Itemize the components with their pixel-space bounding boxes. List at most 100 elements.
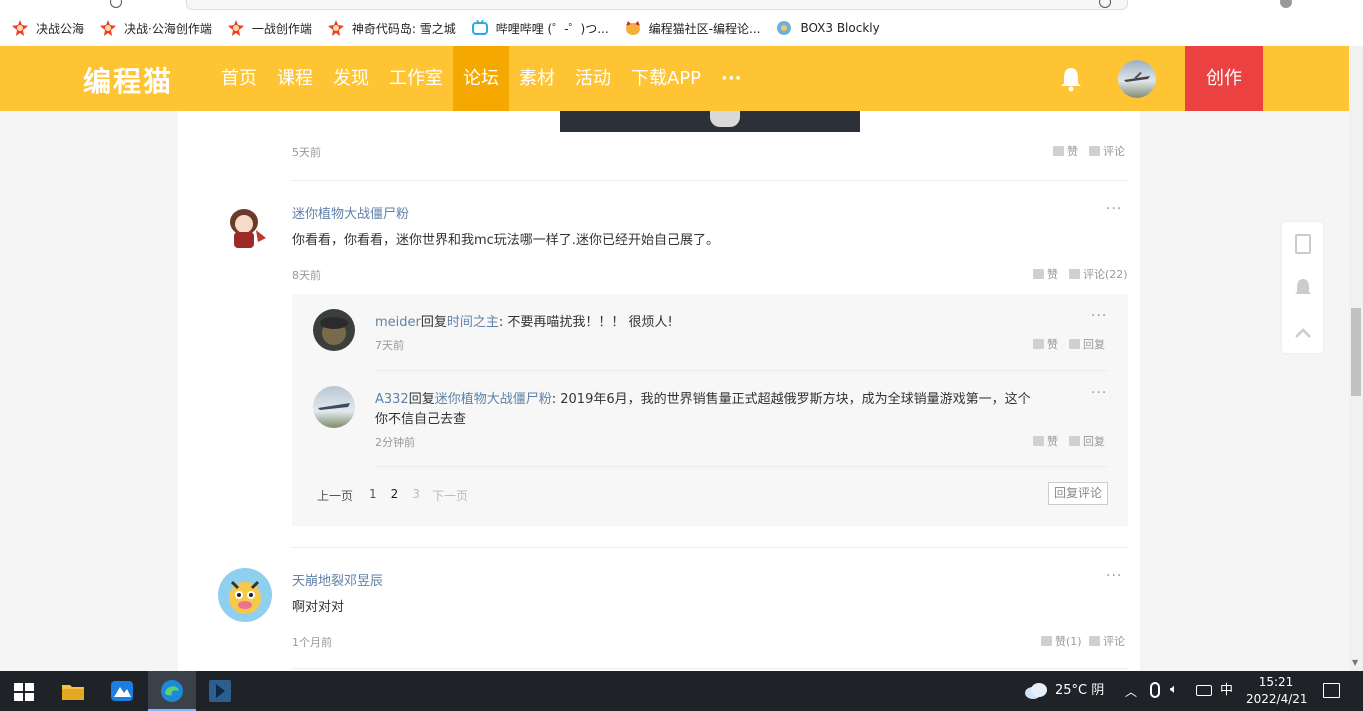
game-red-icon: [327, 20, 344, 36]
speaker-icon[interactable]: 🔈︎: [1170, 682, 1178, 697]
weather-text[interactable]: 25°C 阴: [1055, 671, 1104, 711]
comment-icon: [1069, 339, 1080, 349]
bookmark-item[interactable]: 决战公海: [12, 20, 84, 37]
box3-icon: [776, 20, 792, 36]
reply-avatar[interactable]: [313, 309, 355, 351]
divider: [292, 668, 1128, 669]
thumb-up-icon: [1033, 269, 1044, 279]
file-explorer-icon[interactable]: [61, 679, 85, 703]
browser-chrome: 决战公海 决战·公海创作端 一战创作端 神奇代码岛: 雪之城 哔哩哔哩 (゜-゜…: [0, 0, 1363, 46]
site-logo[interactable]: 编程猫: [83, 60, 173, 100]
bookmarks-bar: 决战公海 决战·公海创作端 一战创作端 神奇代码岛: 雪之城 哔哩哔哩 (゜-゜…: [0, 14, 884, 42]
back-to-top-icon[interactable]: [1294, 324, 1312, 338]
commenter-avatar[interactable]: [222, 204, 268, 252]
pagination: 上一页 1 2 3 下一页: [317, 487, 468, 504]
user-avatar[interactable]: [1118, 60, 1156, 98]
reply-button[interactable]: 回复: [1069, 336, 1105, 352]
app-icon[interactable]: [110, 679, 134, 703]
game-red-icon: [227, 20, 244, 36]
reply-time: 7天前: [375, 339, 404, 352]
divider: [375, 370, 1108, 371]
scroll-down-arrow-icon[interactable]: ▼: [1352, 658, 1358, 667]
pager-page-3[interactable]: 3: [412, 487, 420, 504]
reply-target[interactable]: 迷你植物大战僵尸粉: [435, 392, 552, 407]
bookmark-item[interactable]: 编程猫社区-编程论...: [625, 20, 760, 37]
commenter-avatar[interactable]: [218, 568, 272, 622]
more-options-icon[interactable]: ···: [1091, 385, 1107, 401]
nav-materials[interactable]: 素材: [509, 46, 565, 111]
thumb-up-icon: [1041, 636, 1052, 646]
comment-text: 你看看，你看看，迷你世界和我mc玩法哪一样了.迷你已经开始自己展了。: [292, 233, 719, 248]
pager-prev[interactable]: 上一页: [317, 487, 353, 504]
reply-list: meider回复时间之主: 不要再喵扰我！！！ 很烦人! ··· 7天前 赞 回…: [292, 294, 1128, 526]
reply-like-button[interactable]: 赞: [1033, 336, 1058, 352]
reply-author[interactable]: A332: [375, 392, 409, 407]
comment-icon: [1089, 636, 1100, 646]
nav-more-icon[interactable]: ···: [711, 46, 752, 111]
bookmark-item[interactable]: BOX3 Blockly: [776, 20, 880, 36]
nav-courses[interactable]: 课程: [267, 46, 323, 111]
microphone-icon[interactable]: [1150, 682, 1160, 698]
comment-icon: [1089, 146, 1100, 156]
comment-reply-count-button[interactable]: 评论: [1089, 633, 1125, 649]
divider: [292, 547, 1128, 548]
post-time: 5天前: [292, 146, 321, 159]
notification-center-icon[interactable]: [1323, 683, 1340, 698]
notification-icon[interactable]: [1294, 278, 1312, 298]
comment-author[interactable]: 迷你植物大战僵尸粉: [292, 203, 409, 222]
nav-events[interactable]: 活动: [565, 46, 621, 111]
app-icon[interactable]: [208, 679, 232, 703]
nav-forum[interactable]: 论坛: [453, 46, 509, 111]
battery-icon[interactable]: [1196, 685, 1212, 696]
scrollbar-thumb[interactable]: [1351, 308, 1361, 396]
post-image: [560, 111, 860, 132]
post-comment-button[interactable]: 评论: [1089, 143, 1125, 159]
profile-icon[interactable]: [1280, 0, 1292, 8]
create-button[interactable]: 创作: [1185, 46, 1263, 111]
game-red-icon: [12, 20, 28, 36]
comment-author[interactable]: 天崩地裂邓昱辰: [292, 570, 383, 589]
bookmark-item[interactable]: 一战创作端: [227, 20, 312, 37]
nav-discover[interactable]: 发现: [323, 46, 379, 111]
reply-target[interactable]: 时间之主: [447, 315, 499, 330]
thumb-up-icon: [1033, 436, 1044, 446]
chevron-up-icon[interactable]: ︿: [1125, 683, 1137, 700]
bell-icon[interactable]: [1059, 66, 1083, 92]
nav-home[interactable]: 首页: [211, 46, 267, 111]
mobile-icon[interactable]: [1295, 234, 1311, 254]
bookmark-item[interactable]: 决战·公海创作端: [100, 20, 212, 37]
reply-avatar[interactable]: [313, 386, 355, 428]
page-scrollbar[interactable]: ▼: [1349, 46, 1363, 671]
address-bar[interactable]: [186, 0, 1128, 10]
thumb-up-icon: [1033, 339, 1044, 349]
bookmark-item[interactable]: 哔哩哔哩 (゜-゜)つ...: [471, 19, 609, 37]
codemao-icon: [625, 20, 641, 36]
divider: [292, 180, 1128, 181]
post-like-button[interactable]: 赞: [1053, 143, 1078, 159]
windows-taskbar: 25°C 阴 ︿ 🔈︎ 中 15:21 2022/4/21: [0, 671, 1363, 711]
reply-author[interactable]: meider: [375, 315, 421, 330]
reply-like-button[interactable]: 赞: [1033, 433, 1058, 449]
reply-button[interactable]: 回复: [1069, 433, 1105, 449]
more-options-icon[interactable]: ···: [1091, 308, 1107, 324]
refresh-icon[interactable]: [110, 0, 122, 8]
ime-indicator[interactable]: 中: [1220, 671, 1233, 711]
more-options-icon[interactable]: ···: [1106, 568, 1122, 584]
clock[interactable]: 15:21 2022/4/21: [1246, 674, 1308, 708]
cloudy-icon: [1024, 680, 1048, 700]
comment-icon: [1069, 269, 1080, 279]
more-options-icon[interactable]: ···: [1106, 201, 1122, 217]
comment-reply-count-button[interactable]: 评论(22): [1069, 266, 1128, 282]
comment-icon: [1069, 436, 1080, 446]
nav-download-app[interactable]: 下载APP: [621, 46, 711, 111]
pager-page-1[interactable]: 1: [369, 487, 377, 504]
comment-like-button[interactable]: 赞(1): [1041, 633, 1082, 649]
comment-like-button[interactable]: 赞: [1033, 266, 1058, 282]
pager-page-2[interactable]: 2: [391, 487, 399, 504]
edge-browser-icon[interactable]: [160, 679, 184, 703]
windows-start-icon[interactable]: [12, 679, 36, 703]
nav-studio[interactable]: 工作室: [379, 46, 453, 111]
bookmark-item[interactable]: 神奇代码岛: 雪之城: [327, 20, 456, 37]
reply-comment-button[interactable]: 回复评论: [1048, 482, 1108, 505]
pager-next[interactable]: 下一页: [432, 487, 468, 504]
